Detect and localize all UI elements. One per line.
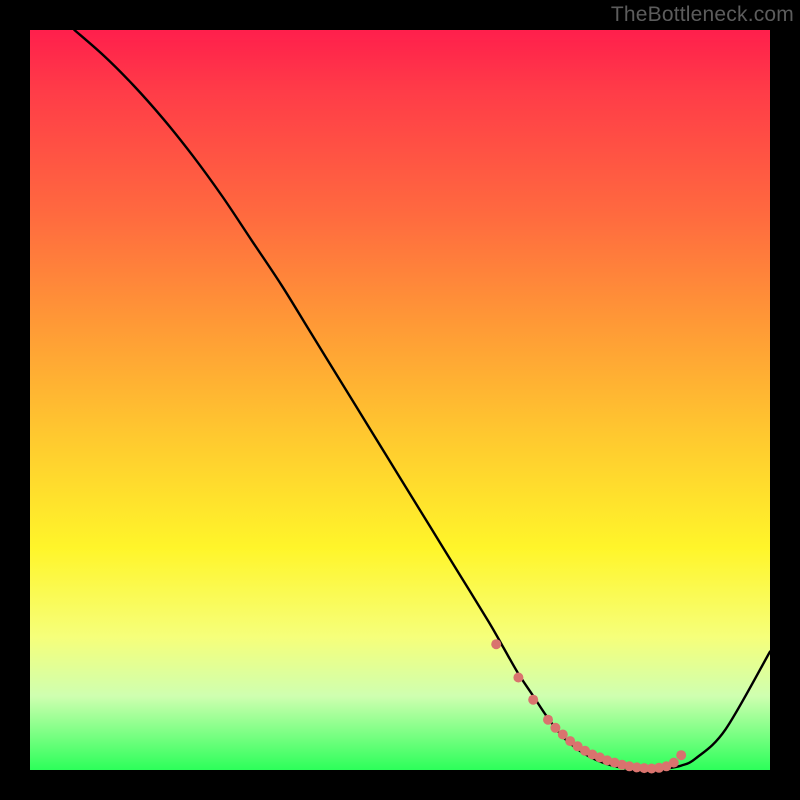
valley-dot (550, 723, 560, 733)
valley-dot (543, 715, 553, 725)
bottleneck-curve (74, 30, 770, 770)
valley-dot (491, 639, 501, 649)
curve-svg (30, 30, 770, 770)
valley-dot (513, 673, 523, 683)
watermark-label: TheBottleneck.com (611, 3, 794, 27)
valley-dot (676, 750, 686, 760)
valley-dot (669, 758, 679, 768)
chart-frame: TheBottleneck.com (0, 0, 800, 800)
valley-dot (528, 695, 538, 705)
valley-dots-group (491, 639, 686, 773)
plot-area (30, 30, 770, 770)
